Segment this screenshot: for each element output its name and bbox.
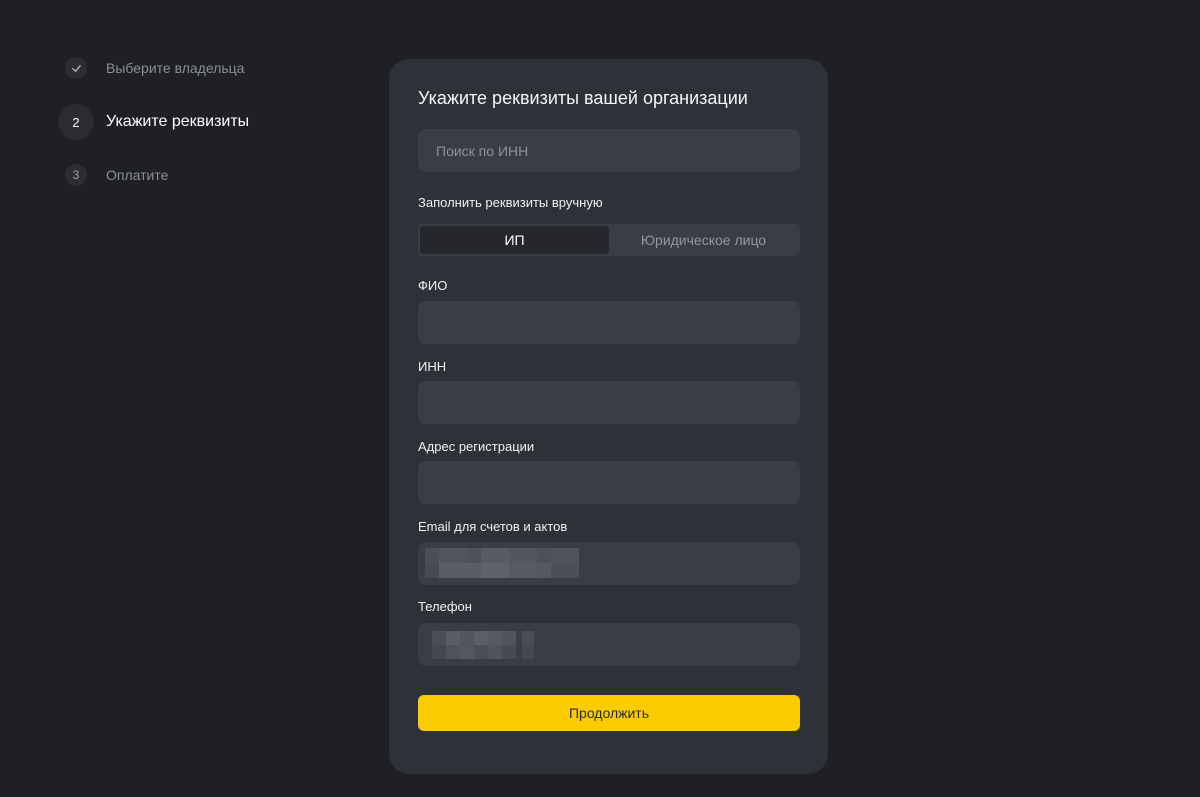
- address-input[interactable]: [418, 461, 800, 504]
- email-label: Email для счетов и актов: [418, 519, 568, 534]
- phone-input[interactable]: [418, 623, 800, 666]
- fio-label: ФИО: [418, 278, 448, 293]
- manual-fill-label: Заполнить реквизиты вручную: [418, 195, 603, 210]
- step-done-badge: [65, 57, 87, 79]
- step-choose-owner[interactable]: Выберите владельца: [65, 57, 244, 79]
- step-payment: 3 Оплатите: [65, 164, 168, 186]
- step-label: Оплатите: [106, 167, 169, 183]
- step-number: 2: [58, 104, 94, 140]
- check-icon: [71, 64, 81, 72]
- email-input[interactable]: [418, 542, 800, 585]
- redacted-email-value: [425, 548, 579, 578]
- fio-input[interactable]: [418, 301, 800, 344]
- requisites-card: Укажите реквизиты вашей организации Запо…: [389, 59, 828, 774]
- entity-type-ip-tab[interactable]: ИП: [420, 226, 609, 254]
- inn-input[interactable]: [418, 381, 800, 424]
- redacted-phone-value: [432, 631, 534, 659]
- card-title: Укажите реквизиты вашей организации: [418, 88, 748, 108]
- continue-button[interactable]: Продолжить: [418, 695, 800, 731]
- step-label: Укажите реквизиты: [106, 113, 250, 130]
- page: Выберите владельца 2 Укажите реквизиты 3…: [0, 0, 1200, 797]
- step-details: 2 Укажите реквизиты: [58, 104, 249, 140]
- entity-type-legal-tab[interactable]: Юридическое лицо: [609, 226, 798, 254]
- inn-label: ИНН: [418, 359, 447, 374]
- phone-label: Телефон: [418, 599, 472, 614]
- inn-search-input[interactable]: [418, 129, 800, 172]
- address-label: Адрес регистрации: [418, 439, 535, 454]
- entity-type-switch: ИП Юридическое лицо: [418, 224, 800, 256]
- step-label: Выберите владельца: [106, 60, 245, 76]
- step-number: 3: [65, 164, 87, 186]
